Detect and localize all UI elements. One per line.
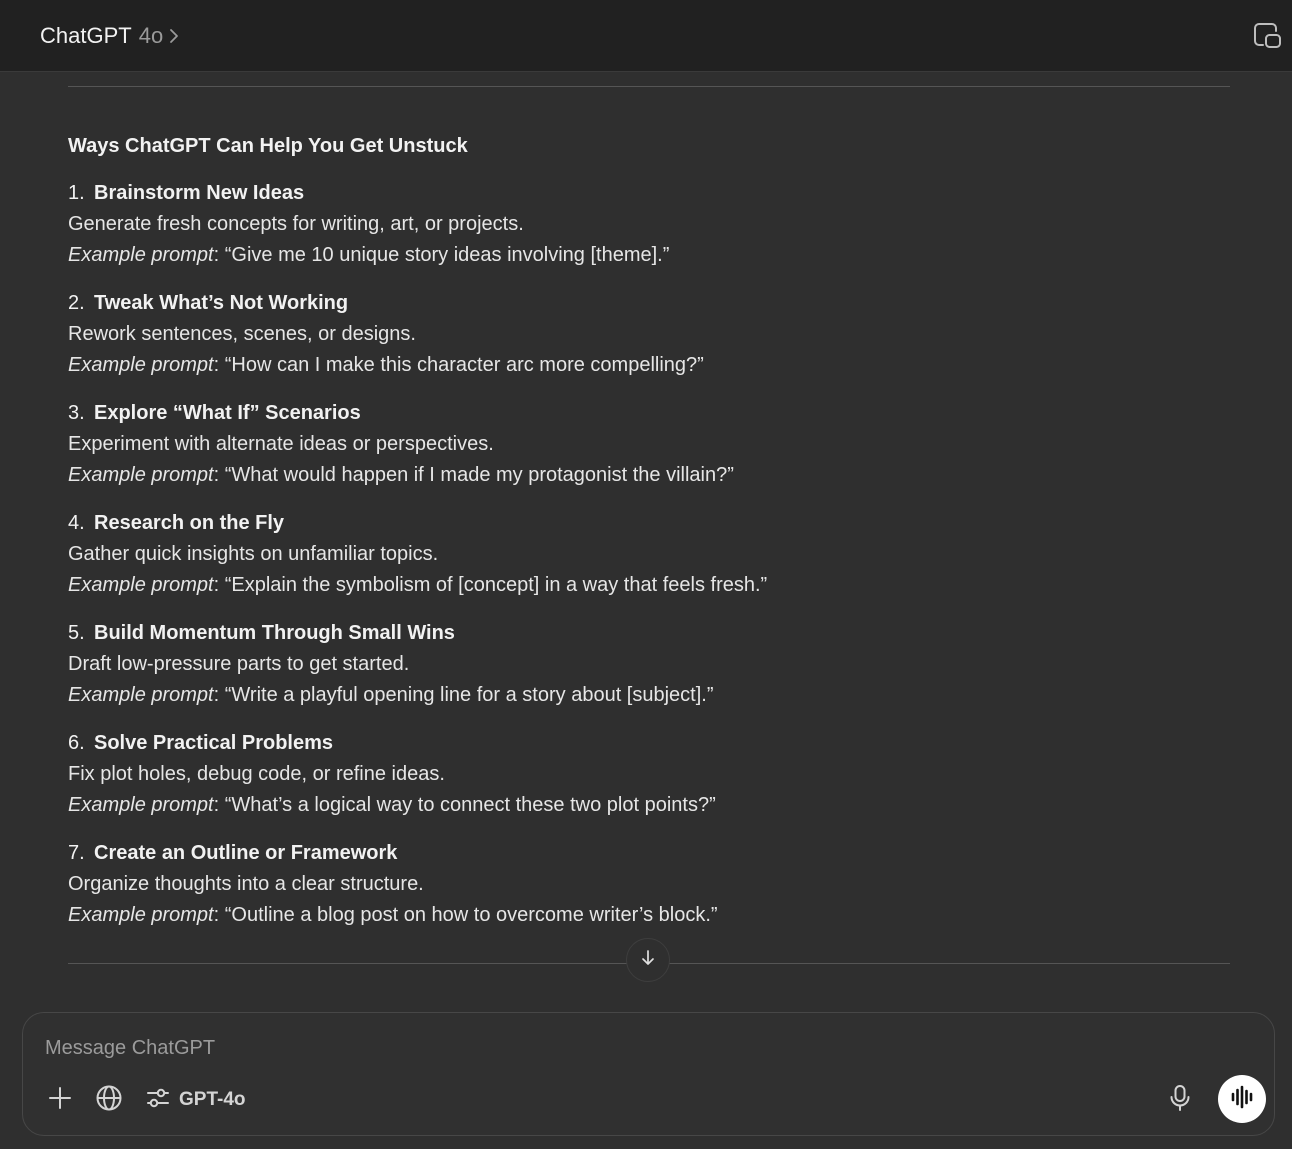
item-title-text: Solve Practical Problems — [94, 732, 334, 754]
item-title: 4. Research on the Fly — [68, 510, 284, 536]
item-description: Organize thoughts into a clear structure… — [68, 873, 424, 895]
item-title-text: Explore “What If” Scenarios — [94, 402, 361, 424]
example-label: Example prompt — [68, 354, 214, 376]
list-item: 4. Research on the Fly Gather quick insig… — [68, 510, 1230, 620]
example-label: Example prompt — [68, 464, 214, 486]
model-version: 4o — [138, 23, 164, 48]
item-number: 2. — [68, 292, 85, 314]
example-label: Example prompt — [68, 794, 214, 816]
item-title-text: Tweak What’s Not Working — [94, 292, 349, 314]
list-item: 2. Tweak What’s Not Working Rework senten… — [68, 290, 1230, 400]
item-example: Example prompt: “Outline a blog post on … — [68, 902, 718, 928]
item-title-text: Create an Outline or Framework — [94, 842, 398, 864]
item-example: Example prompt: “Write a playful opening… — [68, 682, 714, 708]
new-window-icon[interactable] — [1252, 21, 1282, 51]
item-description: Generate fresh concepts for writing, art… — [68, 213, 524, 235]
example-label: Example prompt — [68, 904, 214, 926]
search-web-button[interactable] — [94, 1083, 124, 1117]
example-text: : “Explain the symbolism of [concept] in… — [213, 574, 768, 596]
list-item: 7. Create an Outline or Framework Organiz… — [68, 840, 1230, 950]
example-label: Example prompt — [68, 684, 214, 706]
example-text: : “Give me 10 unique story ideas involvi… — [213, 244, 670, 266]
example-text: : “What’s a logical way to connect these… — [213, 794, 716, 816]
item-title: 2. Tweak What’s Not Working — [68, 290, 348, 316]
model-tools-button[interactable]: GPT-4o — [145, 1083, 255, 1117]
dictate-button[interactable] — [1165, 1083, 1195, 1117]
model-switcher[interactable]: ChatGPT 4o — [40, 20, 180, 52]
item-number: 5. — [68, 622, 85, 644]
list-item: 1. Brainstorm New Ideas Generate fresh co… — [68, 180, 1230, 290]
item-description: Fix plot holes, debug code, or refine id… — [68, 763, 445, 785]
item-example: Example prompt: “What’s a logical way to… — [68, 792, 716, 818]
list-item: 5. Build Momentum Through Small Wins Draf… — [68, 620, 1230, 730]
item-example: Example prompt: “Give me 10 unique story… — [68, 242, 669, 268]
item-example: Example prompt: “Explain the symbolism o… — [68, 572, 767, 598]
example-label: Example prompt — [68, 574, 214, 596]
list-item: 3. Explore “What If” Scenarios Experiment… — [68, 400, 1230, 510]
item-description: Draft low-pressure parts to get started. — [68, 653, 410, 675]
assistant-message: Ways ChatGPT Can Help You Get Unstuck 1.… — [68, 72, 1230, 1002]
ideas-list: 1. Brainstorm New Ideas Generate fresh co… — [68, 180, 1230, 950]
example-text: : “How can I make this character arc mor… — [213, 354, 704, 376]
voice-mode-button[interactable] — [1218, 1075, 1266, 1123]
item-title: 6. Solve Practical Problems — [68, 730, 333, 756]
voice-waveform-icon — [1228, 1083, 1256, 1116]
item-title-text: Build Momentum Through Small Wins — [94, 622, 455, 644]
list-item: 6. Solve Practical Problems Fix plot hole… — [68, 730, 1230, 840]
item-number: 6. — [68, 732, 85, 754]
divider — [68, 86, 1230, 87]
item-description: Gather quick insights on unfamiliar topi… — [68, 543, 439, 565]
globe-icon — [95, 1084, 123, 1117]
arrow-down-icon — [639, 949, 657, 972]
item-description: Rework sentences, scenes, or designs. — [68, 323, 416, 345]
item-title-text: Research on the Fly — [94, 512, 285, 534]
item-number: 1. — [68, 182, 85, 204]
item-description: Experiment with alternate ideas or persp… — [68, 433, 494, 455]
response-heading: Ways ChatGPT Can Help You Get Unstuck — [68, 135, 468, 157]
chatgpt-app: ChatGPT 4o Ways ChatGPT Can Help You Get… — [0, 0, 1292, 1149]
chevron-right-icon — [168, 27, 180, 45]
item-number: 4. — [68, 512, 85, 534]
item-title: 7. Create an Outline or Framework — [68, 840, 397, 866]
message-input[interactable] — [45, 1033, 1145, 1063]
item-example: Example prompt: “What would happen if I … — [68, 462, 734, 488]
sliders-icon — [145, 1085, 171, 1116]
item-title: 5. Build Momentum Through Small Wins — [68, 620, 455, 646]
item-title-text: Brainstorm New Ideas — [94, 182, 305, 204]
microphone-icon — [1167, 1084, 1193, 1117]
example-text: : “Write a playful opening line for a st… — [213, 684, 714, 706]
item-number: 3. — [68, 402, 85, 424]
example-label: Example prompt — [68, 244, 214, 266]
item-example: Example prompt: “How can I make this cha… — [68, 352, 704, 378]
model-name: ChatGPT — [40, 23, 132, 48]
model-label: GPT-4o — [179, 1089, 246, 1110]
item-title: 3. Explore “What If” Scenarios — [68, 400, 361, 426]
plus-icon — [47, 1085, 73, 1116]
example-text: : “Outline a blog post on how to overcom… — [213, 904, 718, 926]
scroll-to-bottom-button[interactable] — [626, 938, 670, 982]
attach-button[interactable] — [45, 1083, 75, 1117]
message-composer: GPT-4o — [22, 1012, 1275, 1136]
top-bar: ChatGPT 4o — [0, 0, 1292, 72]
example-text: : “What would happen if I made my protag… — [213, 464, 734, 486]
item-title: 1. Brainstorm New Ideas — [68, 180, 304, 206]
item-number: 7. — [68, 842, 85, 864]
